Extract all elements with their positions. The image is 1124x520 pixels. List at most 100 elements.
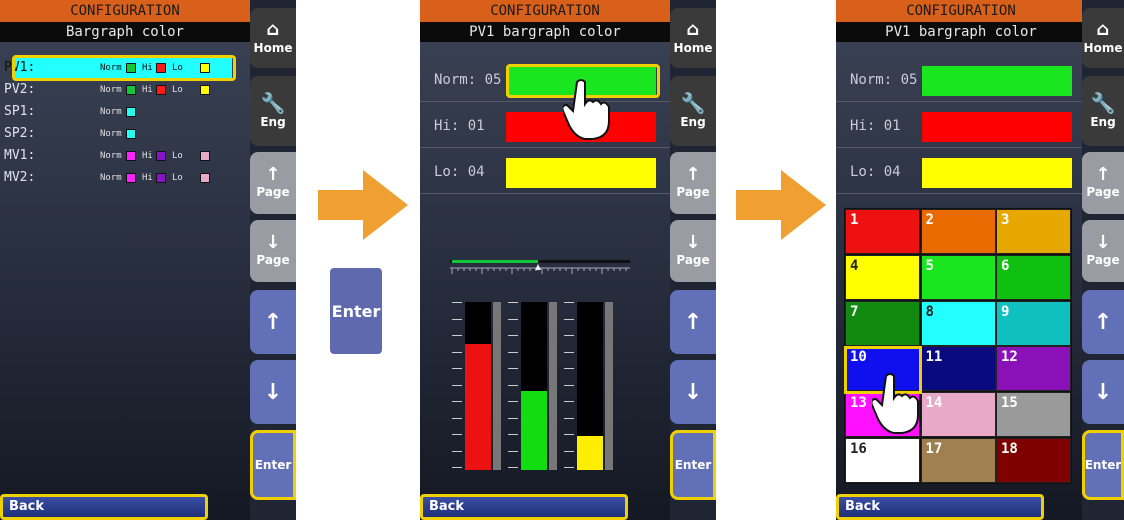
color-bar[interactable] <box>922 66 1072 96</box>
back-button[interactable]: Back <box>0 494 208 520</box>
page-down-icon: ↓ <box>265 232 281 253</box>
bargraph-row[interactable]: PV2: Norm Hi Lo <box>0 80 250 100</box>
button-label: Eng <box>680 115 706 129</box>
hi-text: Hi <box>142 151 153 161</box>
page-down-button[interactable]: ↓ Page <box>670 220 716 282</box>
up-button[interactable]: ↑ <box>250 290 296 354</box>
back-button[interactable]: Back <box>420 494 628 520</box>
down-button[interactable]: ↓ <box>670 360 716 424</box>
page-down-button[interactable]: ↓ Page <box>1082 220 1124 282</box>
palette-color-14[interactable]: 14 <box>920 392 996 438</box>
arrow-up-icon: ↑ <box>263 309 283 335</box>
palette-color-3[interactable]: 3 <box>996 209 1071 254</box>
color-field-hi[interactable]: Hi: 01 <box>420 106 670 148</box>
bargraph-row[interactable]: SP1: Norm <box>0 102 250 122</box>
header-title: CONFIGURATION <box>0 0 250 22</box>
down-button[interactable]: ↓ <box>1082 360 1124 424</box>
norm-text: Norm <box>100 85 122 95</box>
scale-ruler <box>450 260 630 274</box>
side-nav: ⌂ Home 🔧 Eng ↑ Page ↓ Page ↑ ↓ Enter <box>670 0 716 520</box>
hand-pointer-icon <box>563 79 610 140</box>
palette-color-7[interactable]: 7 <box>845 300 920 346</box>
palette-color-11[interactable]: 11 <box>920 346 996 392</box>
button-label: Enter <box>1084 458 1122 472</box>
button-label: Home <box>1083 41 1123 55</box>
page-down-icon: ↓ <box>1095 232 1111 253</box>
home-icon: ⌂ <box>266 19 280 40</box>
page-up-button[interactable]: ↑ Page <box>250 152 296 214</box>
palette-color-2[interactable]: 2 <box>920 209 996 254</box>
config-screen-1: CONFIGURATION Bargraph color PV1: Norm Hi L… <box>0 0 250 520</box>
norm-text: Norm <box>100 129 122 139</box>
enter-button[interactable]: Enter <box>670 430 716 500</box>
palette-color-15[interactable]: 15 <box>996 392 1071 438</box>
eng-button[interactable]: 🔧 Eng <box>250 76 296 146</box>
norm-text: Norm <box>100 151 122 161</box>
hi-text: Hi <box>142 85 153 95</box>
button-label: Home <box>673 41 713 55</box>
arrow-up-icon: ↑ <box>1093 309 1113 335</box>
field-label: Norm: 05 <box>434 72 502 88</box>
color-field-lo[interactable]: Lo: 04 <box>836 152 1086 194</box>
palette-color-17[interactable]: 17 <box>920 438 996 483</box>
lo-text: Lo <box>172 173 183 183</box>
home-icon: ⌂ <box>1096 19 1110 40</box>
enter-button[interactable]: Enter <box>1082 430 1124 500</box>
palette-color-18[interactable]: 18 <box>996 438 1071 483</box>
sub-title: PV1 bargraph color <box>836 22 1086 42</box>
home-button[interactable]: ⌂ Home <box>670 8 716 68</box>
sub-title: Bargraph color <box>0 22 250 42</box>
config-screen-3: CONFIGURATION PV1 bargraph color Norm: 0… <box>836 0 1086 520</box>
norm-text: Norm <box>100 107 122 117</box>
lo-text: Lo <box>172 151 183 161</box>
color-field-hi[interactable]: Hi: 01 <box>836 106 1086 148</box>
color-field-lo[interactable]: Lo: 04 <box>420 152 670 194</box>
row-label: PV2: <box>4 82 36 97</box>
header-title: CONFIGURATION <box>836 0 1086 22</box>
up-button[interactable]: ↑ <box>1082 290 1124 354</box>
palette-color-12[interactable]: 12 <box>996 346 1071 392</box>
palette-color-1[interactable]: 1 <box>845 209 920 254</box>
bargraph-row[interactable]: SP2: Norm <box>0 124 250 144</box>
palette-color-8[interactable]: 8 <box>920 300 996 346</box>
bargraph-row[interactable]: MV2: Norm Hi Lo <box>0 168 250 188</box>
arrow-down-icon: ↓ <box>263 379 283 405</box>
home-icon: ⌂ <box>686 19 700 40</box>
field-label: Lo: 04 <box>434 164 485 180</box>
palette-color-6[interactable]: 6 <box>996 254 1071 300</box>
row-label: SP1: <box>4 104 36 119</box>
palette-color-16[interactable]: 16 <box>845 438 920 483</box>
eng-button[interactable]: 🔧 Eng <box>670 76 716 146</box>
arrow-down-icon: ↓ <box>683 379 703 405</box>
palette-color-9[interactable]: 9 <box>996 300 1071 346</box>
wrench-icon: 🔧 <box>1090 91 1116 115</box>
button-label: Page <box>1086 253 1120 267</box>
palette-color-4[interactable]: 4 <box>845 254 920 300</box>
down-button[interactable]: ↓ <box>250 360 296 424</box>
wrench-icon: 🔧 <box>680 91 706 115</box>
page-up-button[interactable]: ↑ Page <box>1082 152 1124 214</box>
lo-swatch <box>200 85 210 95</box>
color-bar[interactable] <box>506 158 656 188</box>
color-bar[interactable] <box>922 112 1072 142</box>
bargraph-row[interactable]: MV1: Norm Hi Lo <box>0 146 250 166</box>
field-label: Lo: 04 <box>850 164 901 180</box>
button-label: Enter <box>254 458 292 472</box>
hi-swatch <box>156 85 166 95</box>
up-button[interactable]: ↑ <box>670 290 716 354</box>
color-bar[interactable] <box>922 158 1072 188</box>
arrow-down-icon: ↓ <box>1093 379 1113 405</box>
page-down-button[interactable]: ↓ Page <box>250 220 296 282</box>
palette-color-5[interactable]: 5 <box>920 254 996 300</box>
home-button[interactable]: ⌂ Home <box>250 8 296 68</box>
bargraph <box>508 298 557 474</box>
eng-button[interactable]: 🔧 Eng <box>1082 76 1124 146</box>
norm-text: Norm <box>100 173 122 183</box>
page-up-button[interactable]: ↑ Page <box>670 152 716 214</box>
color-field-norm[interactable]: Norm: 05 <box>836 60 1086 102</box>
header-title: CONFIGURATION <box>420 0 670 22</box>
back-button[interactable]: Back <box>836 494 1044 520</box>
home-button[interactable]: ⌂ Home <box>1082 8 1124 68</box>
page-up-icon: ↑ <box>265 164 281 185</box>
enter-button[interactable]: Enter <box>250 430 296 500</box>
